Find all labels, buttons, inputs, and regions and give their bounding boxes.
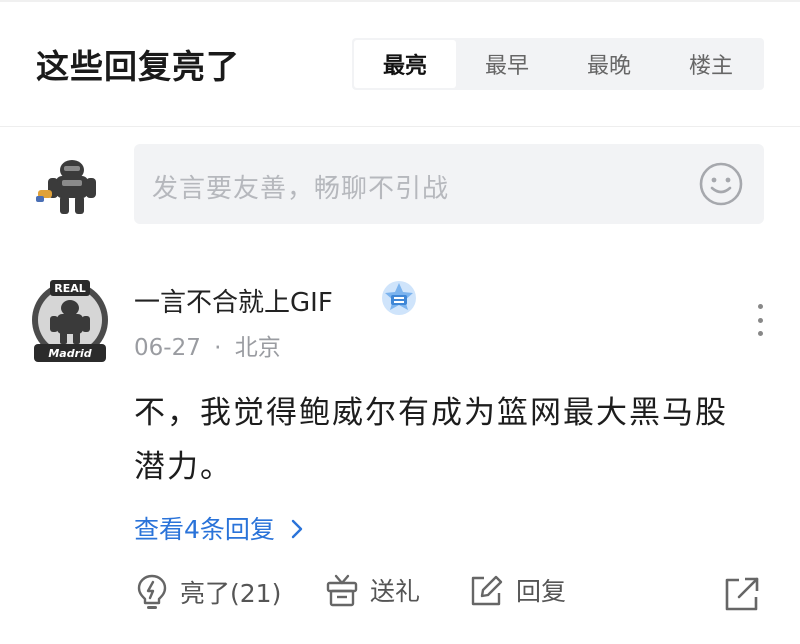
meta-separator: · [214,335,222,361]
tab-op-only[interactable]: 楼主 [660,40,762,88]
commenter-username[interactable]: 一言不合就上GIF [134,282,333,319]
tab-latest[interactable]: 最晚 [558,40,660,88]
tab-hottest[interactable]: 最亮 [354,40,456,88]
avatar-badge-bottom-text: Madrid [48,347,91,360]
comment-text: 不，我觉得鲍威尔有成为篮网最大黑马股潜力。 [134,395,728,485]
chevron-right-icon [291,519,303,539]
comment-input[interactable]: 发言要友善，畅聊不引战 [134,144,764,224]
commenter-avatar[interactable]: REAL Madrid [28,276,112,364]
header-divider [0,126,800,127]
like-button[interactable]: 亮了(21) [134,572,281,612]
like-count-label: 亮了(21) [180,579,282,608]
comment-location: 北京 [234,335,281,361]
comment-meta: 06-27 · 北京 [134,328,281,362]
section-title: 这些回复亮了 [36,47,240,86]
reply-label: 回复 [516,577,567,606]
share-external-icon [725,577,759,611]
view-replies-link[interactable]: 查看4条回复 [134,510,305,546]
comment-date: 06-27 [134,335,201,361]
comment-input-placeholder: 发言要友善，畅聊不引战 [152,174,450,204]
share-button[interactable] [722,574,762,618]
sort-tabs: 最亮 最早 最晚 楼主 [352,38,764,90]
view-replies-label: 查看4条回复 [134,515,275,544]
lightbulb-icon [137,574,167,609]
level-badge-icon [382,281,416,315]
edit-reply-icon [471,575,503,606]
gift-button[interactable]: 送礼 [324,572,420,608]
avatar-badge-top-text: REAL [54,282,86,295]
more-options-icon[interactable] [748,304,772,336]
replies-header: 这些回复亮了 最亮 最早 最晚 楼主 [0,0,800,128]
my-avatar[interactable] [34,148,106,220]
gift-icon [326,574,358,607]
smiley-icon[interactable] [698,161,744,207]
comment-actions: 亮了(21) 送礼 回复 [134,572,774,616]
reply-button[interactable]: 回复 [468,572,566,608]
gift-label: 送礼 [370,577,421,606]
tab-earliest[interactable]: 最早 [456,40,558,88]
